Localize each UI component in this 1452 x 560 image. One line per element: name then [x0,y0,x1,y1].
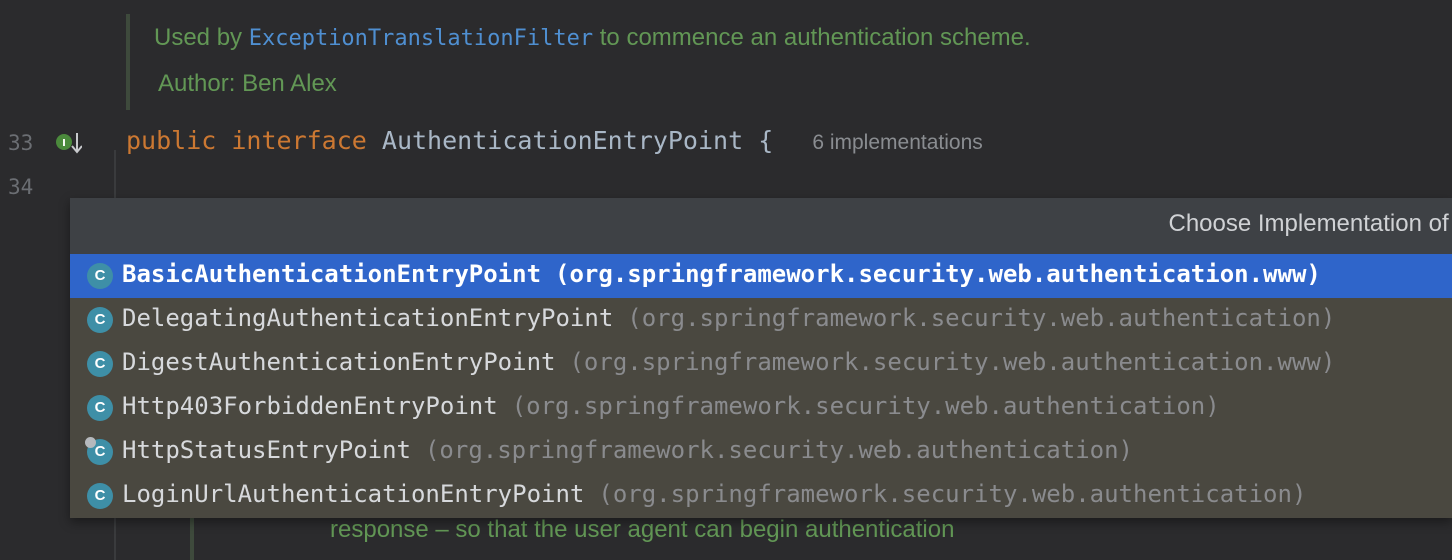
class-icon: C [87,351,113,377]
author-name: Ben Alex [242,70,337,97]
list-item-basic-authentication-entry-point[interactable]: C BasicAuthenticationEntryPoint (org.spri… [70,254,1452,298]
lock-badge-icon [85,437,96,448]
implementation-package: (org.springframework.security.web.authen… [555,260,1321,288]
class-icon: C [87,307,113,333]
implementation-package: (org.springframework.security.web.authen… [569,348,1336,376]
popup-title: Choose Implementation of A [1168,210,1452,237]
implementation-package: (org.springframework.security.web.authen… [598,480,1307,508]
line-number: 34 [8,175,34,199]
class-icon: C [87,483,113,509]
list-item-delegating-authentication-entry-point[interactable]: C DelegatingAuthenticationEntryPoint (org… [70,298,1452,342]
class-icon: C [87,263,113,289]
keyword-public: public [126,126,217,155]
implementation-name: DigestAuthenticationEntryPoint (org.sprin… [122,348,1336,376]
author-label: Author: [158,70,236,97]
implementation-name: LoginUrlAuthenticationEntryPoint (org.spr… [122,480,1307,508]
list-item-login-url-authentication-entry-point[interactable]: C LoginUrlAuthenticationEntryPoint (org.s… [70,474,1452,518]
list-item-http-status-entry-point[interactable]: C HttpStatusEntryPoint (org.springframewo… [70,430,1452,474]
doc-line-author: Author: Ben Alex [158,70,337,98]
line-number: 33 [8,131,34,155]
implemented-down-arrow-icon[interactable]: I [54,131,83,157]
code-line-interface-declaration[interactable]: public interface AuthenticationEntryPoin… [126,126,983,155]
list-item-http403-forbidden-entry-point[interactable]: C Http403ForbiddenEntryPoint (org.springf… [70,386,1452,430]
doc-text: Used by [154,24,243,51]
popup-header: Choose Implementation of A [70,198,1452,254]
implementation-package: (org.springframework.security.web.authen… [511,392,1220,420]
doc-comment-bar [190,518,194,560]
class-icon: C [87,395,113,421]
choose-implementation-popup: Choose Implementation of A C BasicAuthen… [70,198,1452,518]
implementation-name: DelegatingAuthenticationEntryPoint (org.s… [122,304,1336,332]
doc-text: to commence an authentication scheme. [599,24,1031,51]
doc-comment-bar [126,14,130,110]
list-item-digest-authentication-entry-point[interactable]: C DigestAuthenticationEntryPoint (org.spr… [70,342,1452,386]
implementation-name: Http403ForbiddenEntryPoint (org.springfra… [122,392,1220,420]
class-icon: C [85,437,113,465]
implementation-name: HttpStatusEntryPoint (org.springframework… [122,436,1133,464]
doc-link-exception-translation-filter[interactable]: ExceptionTranslationFilter [249,26,593,51]
open-brace: { [758,126,774,155]
implementations-hint[interactable]: 6 implementations [812,131,982,154]
svg-text:I: I [62,138,66,149]
doc-line-usage: Used by ExceptionTranslationFilter to co… [154,24,1031,52]
implementation-name: BasicAuthenticationEntryPoint (org.spring… [122,260,1321,288]
interface-name[interactable]: AuthenticationEntryPoint [382,126,743,155]
implementation-package: (org.springframework.security.web.authen… [424,436,1133,464]
implementation-package: (org.springframework.security.web.authen… [627,304,1336,332]
doc-text-behind-popup: response – so that the user agent can be… [330,516,955,543]
keyword-interface: interface [231,126,367,155]
